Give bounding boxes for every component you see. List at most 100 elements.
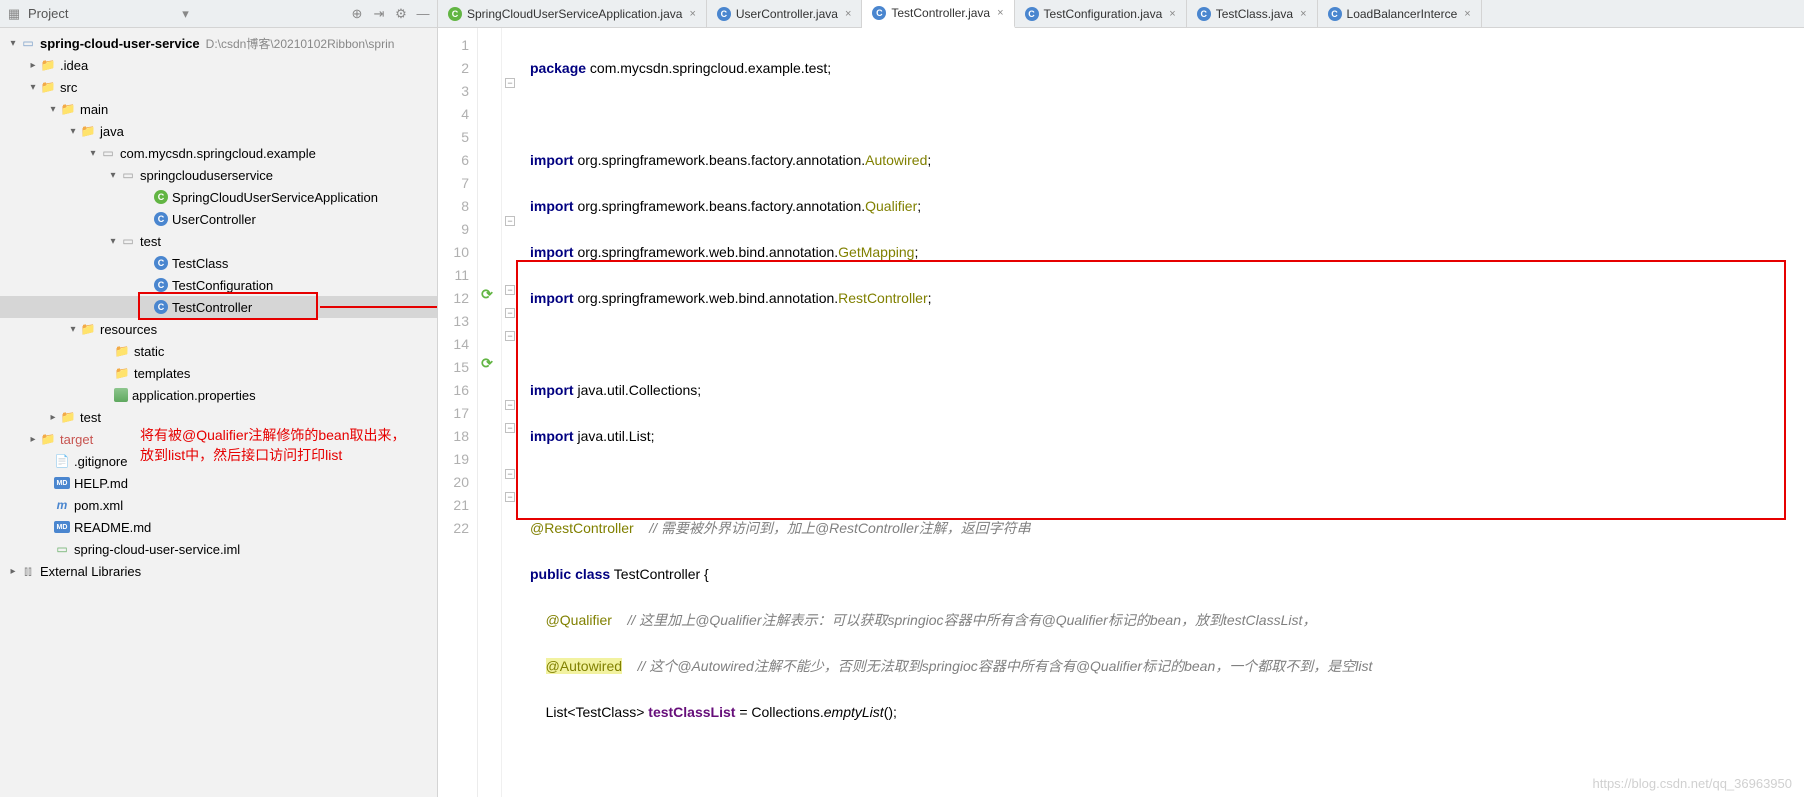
gear-icon[interactable]: ⚙ — [393, 6, 409, 22]
tree-root[interactable]: ▾ ▭ spring-cloud-user-service D:\csdn博客\… — [0, 32, 437, 54]
fold-toggle[interactable]: − — [505, 469, 515, 479]
project-view-icon[interactable]: ▦ — [6, 6, 22, 22]
module-icon: ▭ — [20, 35, 36, 51]
code-field: testClassList — [648, 704, 735, 720]
project-tree: ▾ ▭ spring-cloud-user-service D:\csdn博客\… — [0, 28, 437, 797]
line-number: 22 — [438, 517, 469, 540]
tree-helpmd[interactable]: ·MDHELP.md — [0, 472, 437, 494]
line-number-gutter: 12345678910111213141516171819202122 — [438, 28, 478, 797]
tree-label: External Libraries — [40, 564, 141, 579]
close-icon[interactable]: × — [689, 8, 695, 20]
tree-label: src — [60, 80, 77, 95]
chevron-down-icon[interactable]: ▾ — [66, 126, 80, 137]
line-number: 8 — [438, 195, 469, 218]
editor-body[interactable]: 12345678910111213141516171819202122 ⟳ ⟳ … — [438, 28, 1804, 797]
fold-column: − − − − − − − − − — [502, 28, 522, 797]
line-number: 1 — [438, 34, 469, 57]
chevron-down-icon[interactable]: ▾ — [106, 236, 120, 247]
editor-tab[interactable]: CTestConfiguration.java× — [1015, 0, 1187, 27]
tree-src[interactable]: ▾📁src — [0, 76, 437, 98]
code-comment: // 需要被外界访问到，加上@RestController注解，返回字符串 — [649, 520, 1030, 536]
tree-label: application.properties — [132, 388, 256, 403]
run-gutter-icon[interactable]: ⟳ — [479, 355, 495, 371]
code-method: emptyList — [824, 704, 884, 720]
tree-label: spring-cloud-user-service.iml — [74, 542, 240, 557]
tree-iml[interactable]: ·▭spring-cloud-user-service.iml — [0, 538, 437, 560]
tree-resources[interactable]: ▾📁resources — [0, 318, 437, 340]
fold-toggle[interactable]: − — [505, 285, 515, 295]
tree-label: .gitignore — [74, 454, 127, 469]
chevron-right-icon[interactable]: ▸ — [6, 566, 20, 577]
tree-cls-app[interactable]: ·CSpringCloudUserServiceApplication — [0, 186, 437, 208]
tree-pkg-test[interactable]: ▾▭test — [0, 230, 437, 252]
project-toolbar: ▦ Project ▾ ⊕ ⇥ ⚙ — — [0, 0, 437, 28]
tree-templates[interactable]: ·📁templates — [0, 362, 437, 384]
tree-pom[interactable]: ·mpom.xml — [0, 494, 437, 516]
tree-label: TestClass — [172, 256, 228, 271]
tree-cls-tctrl[interactable]: ·CTestController — [0, 296, 437, 318]
chevron-down-icon[interactable]: ▾ — [106, 170, 120, 181]
tree-main[interactable]: ▾📁main — [0, 98, 437, 120]
tree-cls-tc[interactable]: ·CTestClass — [0, 252, 437, 274]
line-number: 20 — [438, 471, 469, 494]
collapse-icon[interactable]: ⇥ — [371, 6, 387, 22]
tree-gitignore[interactable]: ·📄.gitignore — [0, 450, 437, 472]
tree-label: target — [60, 432, 93, 447]
tree-pkg[interactable]: ▾▭com.mycsdn.springcloud.example — [0, 142, 437, 164]
editor-tab[interactable]: CTestController.java× — [862, 0, 1014, 28]
markdown-icon: MD — [54, 477, 70, 489]
code-comment: // 这个@Autowired注解不能少，否则无法取到springioc容器中所… — [638, 658, 1373, 674]
line-number: 11 — [438, 264, 469, 287]
chevron-right-icon[interactable]: ▸ — [26, 60, 40, 71]
chevron-down-icon[interactable]: ▾ — [46, 104, 60, 115]
chevron-down-icon[interactable]: ▾ — [26, 82, 40, 93]
code-annotation: @RestController — [530, 520, 634, 536]
fold-toggle[interactable]: − — [505, 492, 515, 502]
chevron-down-icon[interactable]: ▾ — [86, 148, 100, 159]
line-number: 15 — [438, 356, 469, 379]
fold-toggle[interactable]: − — [505, 331, 515, 341]
code-text: (); — [884, 704, 897, 720]
editor-tab[interactable]: CSpringCloudUserServiceApplication.java× — [438, 0, 707, 27]
tree-extlib[interactable]: ▸⫾⫾External Libraries — [0, 560, 437, 582]
fold-toggle[interactable]: − — [505, 423, 515, 433]
run-gutter-icon[interactable]: ⟳ — [479, 286, 495, 302]
fold-toggle[interactable]: − — [505, 216, 515, 226]
tree-cls-uc[interactable]: ·CUserController — [0, 208, 437, 230]
close-icon[interactable]: × — [1169, 8, 1175, 20]
editor-tab[interactable]: CUserController.java× — [707, 0, 862, 27]
chevron-right-icon[interactable]: ▸ — [46, 412, 60, 423]
tree-java[interactable]: ▾📁java — [0, 120, 437, 142]
class-icon: C — [717, 7, 731, 21]
close-icon[interactable]: × — [997, 7, 1003, 19]
editor-tab[interactable]: CTestClass.java× — [1187, 0, 1318, 27]
chevron-right-icon[interactable]: ▸ — [26, 434, 40, 445]
fold-toggle[interactable]: − — [505, 78, 515, 88]
line-number: 21 — [438, 494, 469, 517]
close-icon[interactable]: × — [845, 8, 851, 20]
fold-toggle[interactable]: − — [505, 400, 515, 410]
fold-toggle[interactable]: − — [505, 308, 515, 318]
dropdown-icon[interactable]: ▾ — [178, 6, 194, 22]
close-icon[interactable]: × — [1300, 8, 1306, 20]
class-icon: C — [448, 7, 462, 21]
code-text: List<TestClass> — [546, 704, 649, 720]
tree-cls-tcfg[interactable]: ·CTestConfiguration — [0, 274, 437, 296]
folder-icon: 📁 — [40, 57, 56, 73]
tree-target[interactable]: ▸📁target — [0, 428, 437, 450]
close-icon[interactable]: × — [1464, 8, 1470, 20]
tree-appprops[interactable]: ·application.properties — [0, 384, 437, 406]
tree-test-outer[interactable]: ▸📁test — [0, 406, 437, 428]
code-content[interactable]: package com.mycsdn.springcloud.example.t… — [522, 28, 1804, 797]
folder-icon: 📁 — [60, 101, 76, 117]
tree-pkg-user[interactable]: ▾▭springclouduserservice — [0, 164, 437, 186]
hide-icon[interactable]: — — [415, 6, 431, 22]
tree-static[interactable]: ·📁static — [0, 340, 437, 362]
locate-icon[interactable]: ⊕ — [349, 6, 365, 22]
editor-tab[interactable]: CLoadBalancerInterce× — [1318, 0, 1482, 27]
tree-idea[interactable]: ▸📁.idea — [0, 54, 437, 76]
line-number: 17 — [438, 402, 469, 425]
chevron-down-icon[interactable]: ▾ — [66, 324, 80, 335]
chevron-down-icon[interactable]: ▾ — [6, 38, 20, 49]
tree-readme[interactable]: ·MDREADME.md — [0, 516, 437, 538]
